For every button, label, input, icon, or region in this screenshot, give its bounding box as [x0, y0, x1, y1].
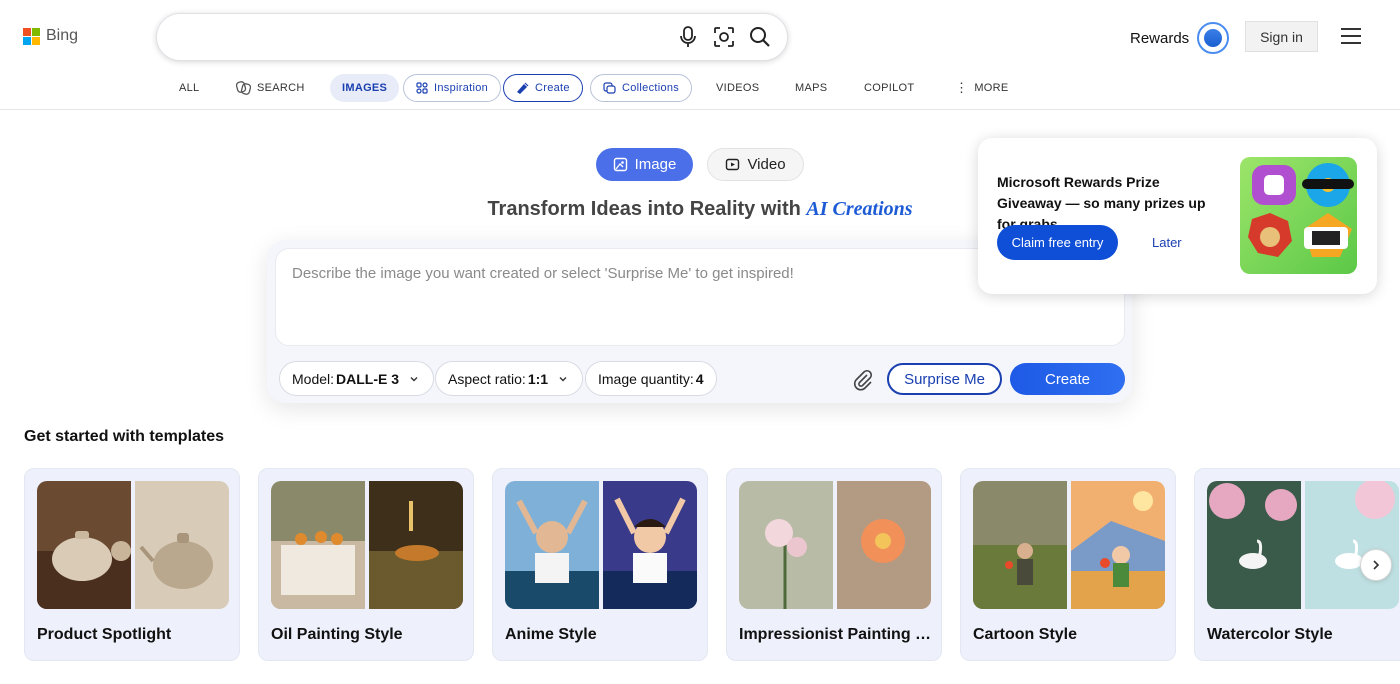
- claim-free-entry-button[interactable]: Claim free entry: [997, 225, 1118, 260]
- tab-copilot[interactable]: COPILOT: [864, 74, 914, 102]
- template-label: Watercolor Style: [1207, 626, 1333, 643]
- carousel-next-button[interactable]: [1360, 549, 1392, 581]
- rewards-giveaway-popup: Microsoft Rewards Prize Giveaway — so ma…: [978, 138, 1377, 294]
- vertical-nav: ALL SEARCH IMAGES Inspiration Create Col…: [0, 72, 1400, 110]
- more-dots-icon: ⋮: [955, 80, 969, 95]
- template-image-render: [1071, 481, 1165, 609]
- template-card[interactable]: Cartoon Style: [960, 468, 1176, 661]
- template-image-photo: [505, 481, 599, 609]
- create-button[interactable]: Create: [1010, 363, 1125, 395]
- bing-logo[interactable]: Bing: [23, 27, 78, 45]
- rewards-label: Rewards: [1130, 29, 1190, 47]
- rewards-medal-icon: [1197, 22, 1230, 54]
- chevron-down-icon: [559, 376, 567, 381]
- tab-more-label: MORE: [974, 82, 1009, 94]
- tab-videos[interactable]: VIDEOS: [716, 74, 759, 102]
- tab-inspiration[interactable]: Inspiration: [403, 74, 502, 102]
- prizes-image: [1240, 157, 1357, 274]
- template-label: Anime Style: [505, 626, 597, 643]
- chevron-right-icon: [1373, 560, 1380, 570]
- tab-maps-label: MAPS: [795, 82, 828, 94]
- tab-inspiration-label: Inspiration: [434, 82, 489, 94]
- surprise-me-button[interactable]: Surprise Me: [887, 363, 1002, 395]
- tab-images[interactable]: IMAGES: [330, 74, 400, 102]
- template-image-photo: [1207, 481, 1301, 609]
- video-icon: [726, 158, 740, 171]
- rewards-button[interactable]: Rewards: [1130, 22, 1230, 54]
- template-label: Cartoon Style: [973, 626, 1078, 643]
- template-image-render: [369, 481, 463, 609]
- template-image-render: [603, 481, 697, 609]
- quantity-value: 4: [695, 370, 704, 387]
- headline-text: Transform Ideas into Reality with: [487, 198, 801, 220]
- microphone-icon[interactable]: [677, 26, 699, 48]
- tab-collections-label: Collections: [622, 82, 680, 94]
- toggle-video[interactable]: Video: [707, 148, 804, 181]
- template-image-render: [837, 481, 931, 609]
- collections-icon: [603, 82, 616, 94]
- model-label: Model:: [292, 370, 335, 387]
- tab-videos-label: VIDEOS: [716, 82, 760, 94]
- toggle-image[interactable]: Image: [596, 148, 693, 181]
- microsoft-logo-icon: [23, 27, 40, 45]
- headline-highlight: AI Creations: [806, 198, 913, 220]
- quantity-label: Image quantity:: [598, 370, 694, 387]
- aspect-ratio-selector[interactable]: Aspect ratio: 1:1: [435, 361, 584, 396]
- tab-maps[interactable]: MAPS: [795, 74, 827, 102]
- create-brush-icon: [517, 82, 529, 94]
- search-input[interactable]: [156, 13, 788, 61]
- image-quantity-selector[interactable]: Image quantity: 4: [585, 361, 717, 396]
- search-icon[interactable]: [749, 26, 771, 48]
- tab-all[interactable]: ALL: [179, 74, 199, 102]
- template-label: Oil Painting Style: [271, 626, 403, 643]
- prompt-placeholder: Describe the image you want created or s…: [292, 265, 794, 282]
- image-icon: [613, 157, 627, 172]
- template-image-photo: [37, 481, 131, 609]
- aspect-label: Aspect ratio:: [448, 370, 526, 387]
- hamburger-menu-icon[interactable]: [1341, 28, 1361, 44]
- template-image-photo: [271, 481, 365, 609]
- template-card[interactable]: Anime Style: [492, 468, 708, 661]
- model-value: DALL-E 3: [336, 370, 400, 387]
- tab-images-label: IMAGES: [342, 82, 388, 94]
- templates-heading: Get started with templates: [24, 428, 225, 445]
- sign-in-button[interactable]: Sign in: [1245, 21, 1318, 52]
- template-card[interactable]: Oil Painting Style: [258, 468, 474, 661]
- tab-collections[interactable]: Collections: [590, 74, 693, 102]
- template-image-photo: [973, 481, 1067, 609]
- copilot-search-icon: [236, 81, 251, 95]
- template-card[interactable]: Impressionist Painting Style: [726, 468, 942, 661]
- tab-copilot-label: COPILOT: [864, 82, 915, 94]
- logo-text: Bing: [46, 27, 79, 44]
- toggle-video-label: Video: [747, 156, 786, 173]
- template-label: Impressionist Painting Style: [739, 626, 935, 643]
- templates-carousel: Product Spotlight Oil Painting Style Ani…: [24, 468, 1400, 668]
- tab-more[interactable]: ⋮ MORE: [955, 74, 1009, 102]
- template-image-photo: [739, 481, 833, 609]
- template-image-render: [1305, 481, 1399, 609]
- visual-search-icon[interactable]: [713, 26, 735, 48]
- model-selector[interactable]: Model: DALL-E 3: [279, 361, 435, 396]
- template-label: Product Spotlight: [37, 626, 172, 643]
- template-card[interactable]: Product Spotlight: [24, 468, 240, 661]
- inspiration-icon: [416, 82, 428, 94]
- later-link[interactable]: Later: [1152, 235, 1182, 250]
- aspect-value: 1:1: [527, 370, 549, 387]
- toggle-image-label: Image: [634, 156, 677, 173]
- page: Bing Rewards Sign in ALL SEARCH IMAGES I…: [0, 0, 1400, 684]
- tab-search-label: SEARCH: [257, 82, 305, 94]
- paperclip-icon[interactable]: [852, 369, 874, 391]
- tab-all-label: ALL: [179, 82, 200, 94]
- tab-create-label: Create: [535, 82, 570, 94]
- tab-create[interactable]: Create: [503, 74, 583, 102]
- chevron-down-icon: [410, 376, 418, 381]
- tab-search[interactable]: SEARCH: [236, 74, 305, 102]
- template-image-render: [135, 481, 229, 609]
